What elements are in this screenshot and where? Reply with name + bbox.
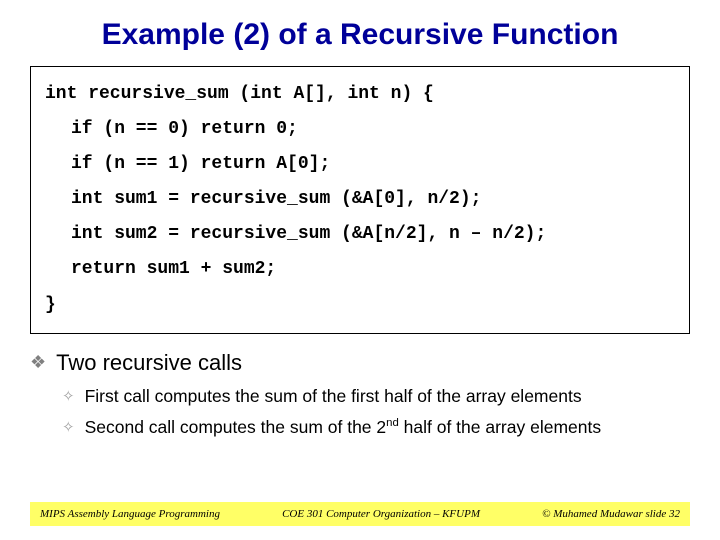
footer-right: © Muhamed Mudawar slide 32	[542, 508, 680, 520]
code-line-2: if (n == 1) return A[0];	[45, 147, 675, 182]
footer-left: MIPS Assembly Language Programming	[40, 508, 220, 520]
diamond-open-icon: ✧	[62, 417, 75, 438]
bullet-sub-2-b: half of the array elements	[399, 417, 601, 437]
code-line-4: int sum2 = recursive_sum (&A[n/2], n – n…	[45, 217, 675, 252]
code-block: int recursive_sum (int A[], int n) { if …	[30, 66, 690, 334]
superscript-nd: nd	[386, 417, 399, 429]
code-line-sig: int recursive_sum (int A[], int n) {	[45, 77, 675, 112]
footer-mid: COE 301 Computer Organization – KFUPM	[220, 508, 542, 520]
bullet-sub-2-text: Second call computes the sum of the 2nd …	[85, 417, 602, 438]
footer-bar: MIPS Assembly Language Programming COE 3…	[30, 502, 690, 526]
bullet-sub-1: ✧ First call computes the sum of the fir…	[62, 386, 690, 407]
bullet-main-text: Two recursive calls	[56, 350, 242, 376]
code-line-close: }	[45, 288, 675, 323]
bullet-sub-2: ✧ Second call computes the sum of the 2n…	[62, 417, 690, 438]
code-line-3: int sum1 = recursive_sum (&A[0], n/2);	[45, 182, 675, 217]
diamond-open-icon: ✧	[62, 386, 75, 407]
diamond-solid-icon: ❖	[30, 350, 46, 375]
code-line-5: return sum1 + sum2;	[45, 252, 675, 287]
code-line-1: if (n == 0) return 0;	[45, 112, 675, 147]
slide-title: Example (2) of a Recursive Function	[0, 0, 720, 66]
bullet-main: ❖ Two recursive calls	[30, 350, 690, 376]
bullet-sub-2-a: Second call computes the sum of the 2	[85, 417, 387, 437]
bullet-sub-1-text: First call computes the sum of the first…	[85, 386, 582, 407]
bullet-list: ❖ Two recursive calls ✧ First call compu…	[30, 350, 690, 438]
